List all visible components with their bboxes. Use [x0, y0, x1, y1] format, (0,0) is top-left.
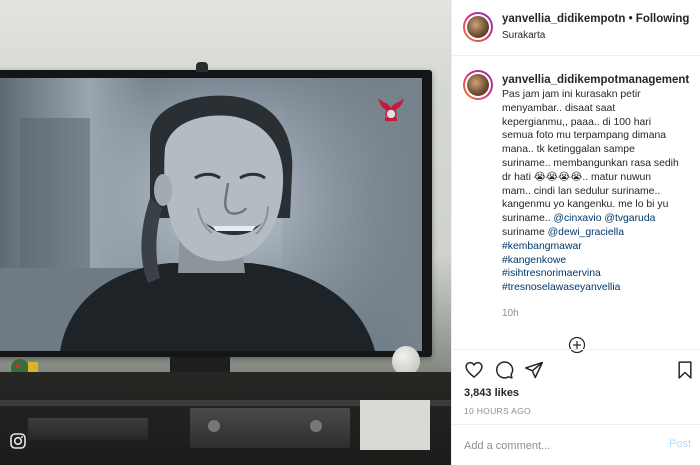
post-comment-button[interactable]: Post — [669, 438, 691, 450]
caption-line: mam.. cindi lan sedulur suriname.. — [502, 185, 661, 197]
caption-line: suriname.. membangunkan rasa sedih — [502, 157, 679, 169]
caption-timestamp[interactable]: 10h — [502, 308, 519, 319]
caption-line: suriname.. @cinxavio @tvgaruda — [502, 212, 690, 226]
post-author: yanvellia_didikempotn • Following — [502, 13, 689, 25]
avatar-image — [465, 72, 491, 98]
caption-username[interactable]: yanvellia_didikempotmanagement — [502, 74, 689, 86]
hashtag-link[interactable]: #tresnoselawaseyanvellia — [502, 281, 690, 295]
following-button[interactable]: Following — [636, 13, 690, 25]
caption-line: kepergianmu,, paaa.. di 100 hari — [502, 116, 652, 128]
dvd-player — [28, 418, 148, 440]
caption-line: semua foto mu terpampang dimana — [502, 130, 667, 142]
caption-line: Pas jam jam ini kurasakn petir — [502, 89, 641, 100]
bookmark-icon[interactable] — [675, 360, 695, 380]
hashtag-link[interactable]: #kangenkowe — [502, 254, 690, 268]
avatar[interactable] — [463, 12, 493, 42]
caption-section: yanvellia_didikempotmanagement Pas jam j… — [452, 57, 700, 354]
television — [0, 62, 432, 357]
white-device — [360, 400, 430, 450]
garuda-tv-logo — [378, 98, 404, 121]
instagram-watermark-icon — [10, 433, 26, 449]
share-icon[interactable] — [524, 360, 544, 380]
man-portrait — [0, 95, 375, 351]
caption-line: menyambar.. disaat saat — [502, 102, 616, 114]
comment-input[interactable] — [464, 438, 644, 454]
caption-line: dr hati 😭😭😭😭.. matur nuwun — [502, 171, 652, 183]
tv-camera — [196, 62, 208, 72]
hashtag-link[interactable]: #isihtresnorimaervina — [502, 267, 690, 281]
mention-link[interactable]: @dewi_graciella — [548, 227, 624, 238]
mention-link[interactable]: @tvgaruda — [604, 213, 655, 224]
caption-text: Pas jam jam ini kurasakn petir menyambar… — [502, 88, 690, 295]
caption-fragment: suriname — [502, 226, 548, 238]
receiver-knob — [208, 420, 220, 432]
comment-bar: Post — [452, 424, 700, 465]
receiver-knob — [310, 420, 322, 432]
caption-line: kangenmu yo kangenku. me lo bi yu — [502, 199, 669, 211]
post-time: 10 HOURS AGO — [464, 406, 531, 416]
separator: • — [628, 13, 633, 25]
comment-icon[interactable] — [494, 360, 514, 380]
username-link[interactable]: yanvellia_didikempotn — [502, 13, 625, 25]
location-link[interactable]: Surakarta — [502, 30, 545, 41]
post-header: yanvellia_didikempotn • Following Suraka… — [452, 0, 700, 56]
caption-line: mana.. tk ketinggalan sampe — [502, 144, 635, 156]
hashtag-link[interactable]: #kembangmawar — [502, 240, 690, 254]
caption-line: suriname @dewi_graciella — [502, 226, 690, 240]
post-actions: 3,843 likes 10 HOURS AGO Post — [452, 349, 700, 465]
post-photo[interactable] — [0, 0, 451, 465]
tv-screen — [0, 78, 422, 351]
avatar[interactable] — [463, 70, 493, 100]
post-panel: yanvellia_didikempotn • Following Suraka… — [451, 0, 700, 465]
av-receiver — [190, 408, 350, 448]
like-count[interactable]: 3,843 likes — [464, 387, 519, 399]
heart-icon[interactable] — [464, 360, 484, 380]
avatar-image — [465, 14, 491, 40]
mention-link[interactable]: @cinxavio — [553, 213, 601, 224]
caption-fragment: suriname.. — [502, 213, 554, 225]
